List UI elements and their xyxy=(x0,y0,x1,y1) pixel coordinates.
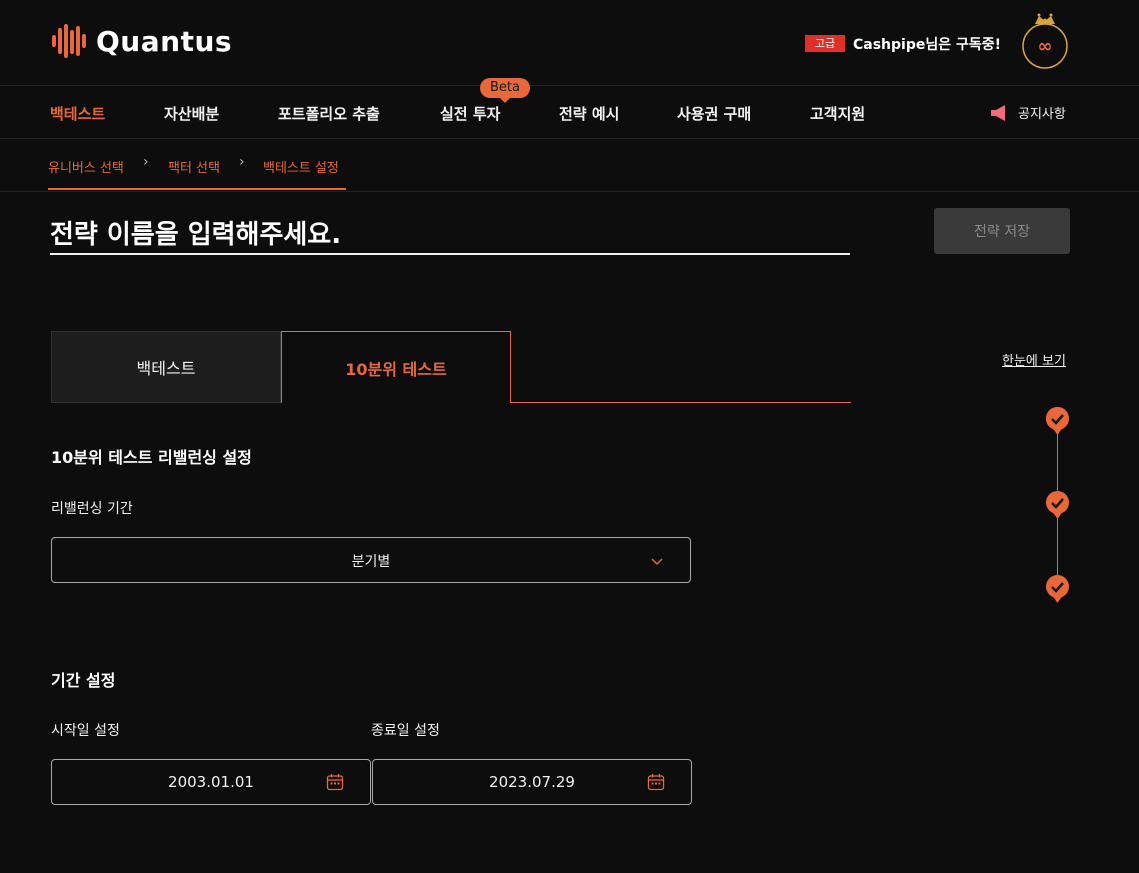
save-strategy-button[interactable]: 전략 저장 xyxy=(934,208,1070,254)
strategy-name-underline xyxy=(50,253,850,255)
period-section-title: 기간 설정 xyxy=(51,671,116,690)
start-date-input[interactable]: 2003.01.01 xyxy=(51,759,371,805)
end-date-label: 종료일 설정 xyxy=(371,723,440,739)
subscription-text: Cashpipe님은 구독중! xyxy=(853,37,1002,53)
breadcrumb-universe[interactable]: 유니버스 선택 xyxy=(48,157,124,176)
main-nav: 백테스트 자산배분 포트폴리오 추출 실전 투자 Beta 전략 예시 사용권 … xyxy=(0,78,1139,139)
end-date-value: 2023.07.29 xyxy=(489,773,575,791)
tab-backtest[interactable]: 백테스트 xyxy=(51,331,281,403)
end-date-input[interactable]: 2023.07.29 xyxy=(372,759,692,805)
nav-item-support[interactable]: 고객지원 xyxy=(810,103,865,124)
nav-item-purchase-license[interactable]: 사용권 구매 xyxy=(677,103,751,124)
nav-item-portfolio-extract[interactable]: 포트폴리오 추출 xyxy=(278,103,380,124)
chevron-down-icon xyxy=(651,558,663,566)
nav-item-backtest[interactable]: 백테스트 xyxy=(50,103,105,124)
breadcrumb-active-underline xyxy=(48,188,346,190)
subscription-badge: 고급 xyxy=(805,35,845,52)
nav-item-asset-allocation[interactable]: 자산배분 xyxy=(164,103,219,124)
chevron-right-icon: › xyxy=(239,154,245,170)
rebalancing-period-label: 리밸런싱 기간 xyxy=(51,501,133,517)
breadcrumb: 유니버스 선택 › 팩터 선택 › 백테스트 설정 xyxy=(0,139,1139,192)
logo-bars-icon xyxy=(52,24,86,58)
breadcrumb-backtest-settings[interactable]: 백테스트 설정 xyxy=(263,157,339,176)
strategy-name-input[interactable]: 전략 이름을 입력해주세요. xyxy=(50,214,341,251)
svg-text:∞: ∞ xyxy=(1038,36,1053,57)
calendar-icon[interactable] xyxy=(647,773,665,791)
chevron-right-icon: › xyxy=(143,154,149,170)
rebalancing-period-value: 분기별 xyxy=(351,554,391,570)
tab-decile-test[interactable]: 10분위 테스트 xyxy=(281,331,511,403)
rebalancing-section-title: 10분위 테스트 리밸런싱 설정 xyxy=(51,448,252,467)
notice-label: 공지사항 xyxy=(1018,107,1066,122)
start-date-value: 2003.01.01 xyxy=(168,773,254,791)
breadcrumb-factor[interactable]: 팩터 선택 xyxy=(168,157,220,176)
megaphone-icon xyxy=(991,104,1005,121)
beta-badge: Beta xyxy=(480,78,530,103)
notice-link[interactable]: 공지사항 xyxy=(990,103,1066,122)
step-check-icon xyxy=(1046,575,1069,603)
nav-item-live-trading[interactable]: 실전 투자 xyxy=(440,103,500,124)
step-check-icon xyxy=(1046,491,1069,519)
calendar-icon[interactable] xyxy=(326,773,344,791)
tab-divider xyxy=(510,402,851,403)
nav-item-strategy-examples[interactable]: 전략 예시 xyxy=(559,103,619,124)
avatar-crown-icon[interactable]: ∞ xyxy=(1020,10,1070,70)
rebalancing-period-select[interactable]: 분기별 xyxy=(51,537,691,583)
start-date-label: 시작일 설정 xyxy=(51,723,120,739)
overview-link[interactable]: 한눈에 보기 xyxy=(1002,350,1066,369)
brand-name: Quantus xyxy=(96,24,233,58)
logo[interactable]: Quantus xyxy=(50,22,232,60)
header: Quantus 고급 Cashpipe님은 구독중! ∞ xyxy=(0,0,1139,86)
step-check-icon xyxy=(1045,407,1069,435)
